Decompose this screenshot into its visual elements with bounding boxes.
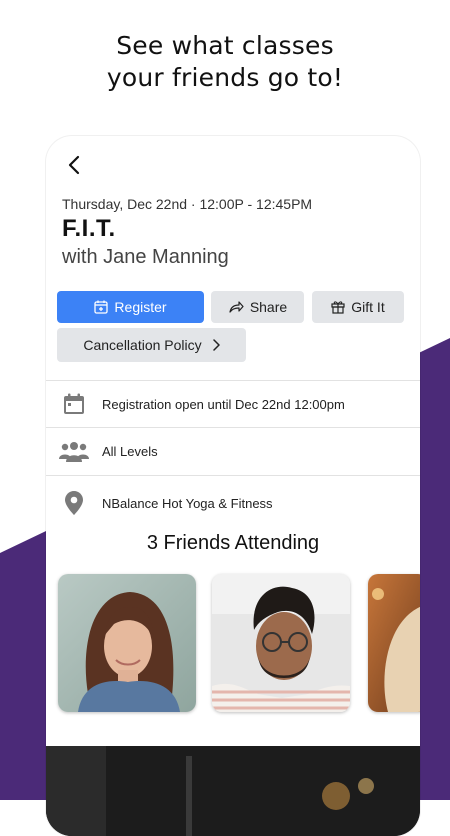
friend-card[interactable] (212, 574, 350, 712)
cancellation-policy-button[interactable]: Cancellation Policy (57, 328, 246, 362)
chevron-right-icon (212, 339, 220, 351)
gift-icon (331, 301, 345, 314)
friend-avatar (212, 574, 350, 712)
share-button[interactable]: Share (211, 291, 304, 323)
registration-info-row: Registration open until Dec 22nd 12:00pm (46, 380, 420, 428)
gift-button[interactable]: Gift It (312, 291, 404, 323)
calendar-plus-icon (94, 300, 109, 314)
class-datetime: Thursday, Dec 22nd · 12:00P - 12:45PM (62, 196, 313, 212)
studio-photo (46, 746, 420, 836)
friend-card[interactable] (58, 574, 196, 712)
gift-label: Gift It (351, 299, 385, 315)
promo-headline-line2: your friends go to! (106, 63, 344, 92)
share-arrow-icon (229, 301, 244, 313)
class-title: F.I.T. (62, 215, 116, 242)
friend-avatar (58, 574, 196, 712)
friends-attending-heading: 3 Friends Attending (146, 532, 320, 554)
friend-avatar (368, 574, 420, 712)
class-photo (46, 746, 420, 836)
class-instructor: with Jane Manning (62, 246, 229, 268)
level-info-row: All Levels (46, 428, 420, 476)
level-text: All Levels (102, 444, 158, 459)
location-info-row[interactable]: NBalance Hot Yoga & Fitness (46, 479, 420, 527)
promo-headline: See what classes your friends go to! (0, 30, 450, 94)
back-chevron-icon[interactable] (64, 154, 86, 176)
register-button[interactable]: Register (57, 291, 204, 323)
location-pin-icon (65, 491, 83, 515)
friend-card[interactable] (368, 574, 420, 712)
location-text: NBalance Hot Yoga & Fitness (102, 495, 273, 511)
promo-headline-line1: See what classes (116, 31, 334, 60)
registration-text: Registration open until Dec 22nd 12:00pm (102, 396, 345, 412)
cancellation-policy-label: Cancellation Policy (83, 337, 202, 353)
calendar-icon (64, 393, 84, 414)
phone-screen: Thursday, Dec 22nd · 12:00P - 12:45PM F.… (46, 136, 420, 836)
people-icon (59, 441, 89, 462)
share-label: Share (249, 299, 288, 315)
register-label: Register (114, 299, 167, 315)
